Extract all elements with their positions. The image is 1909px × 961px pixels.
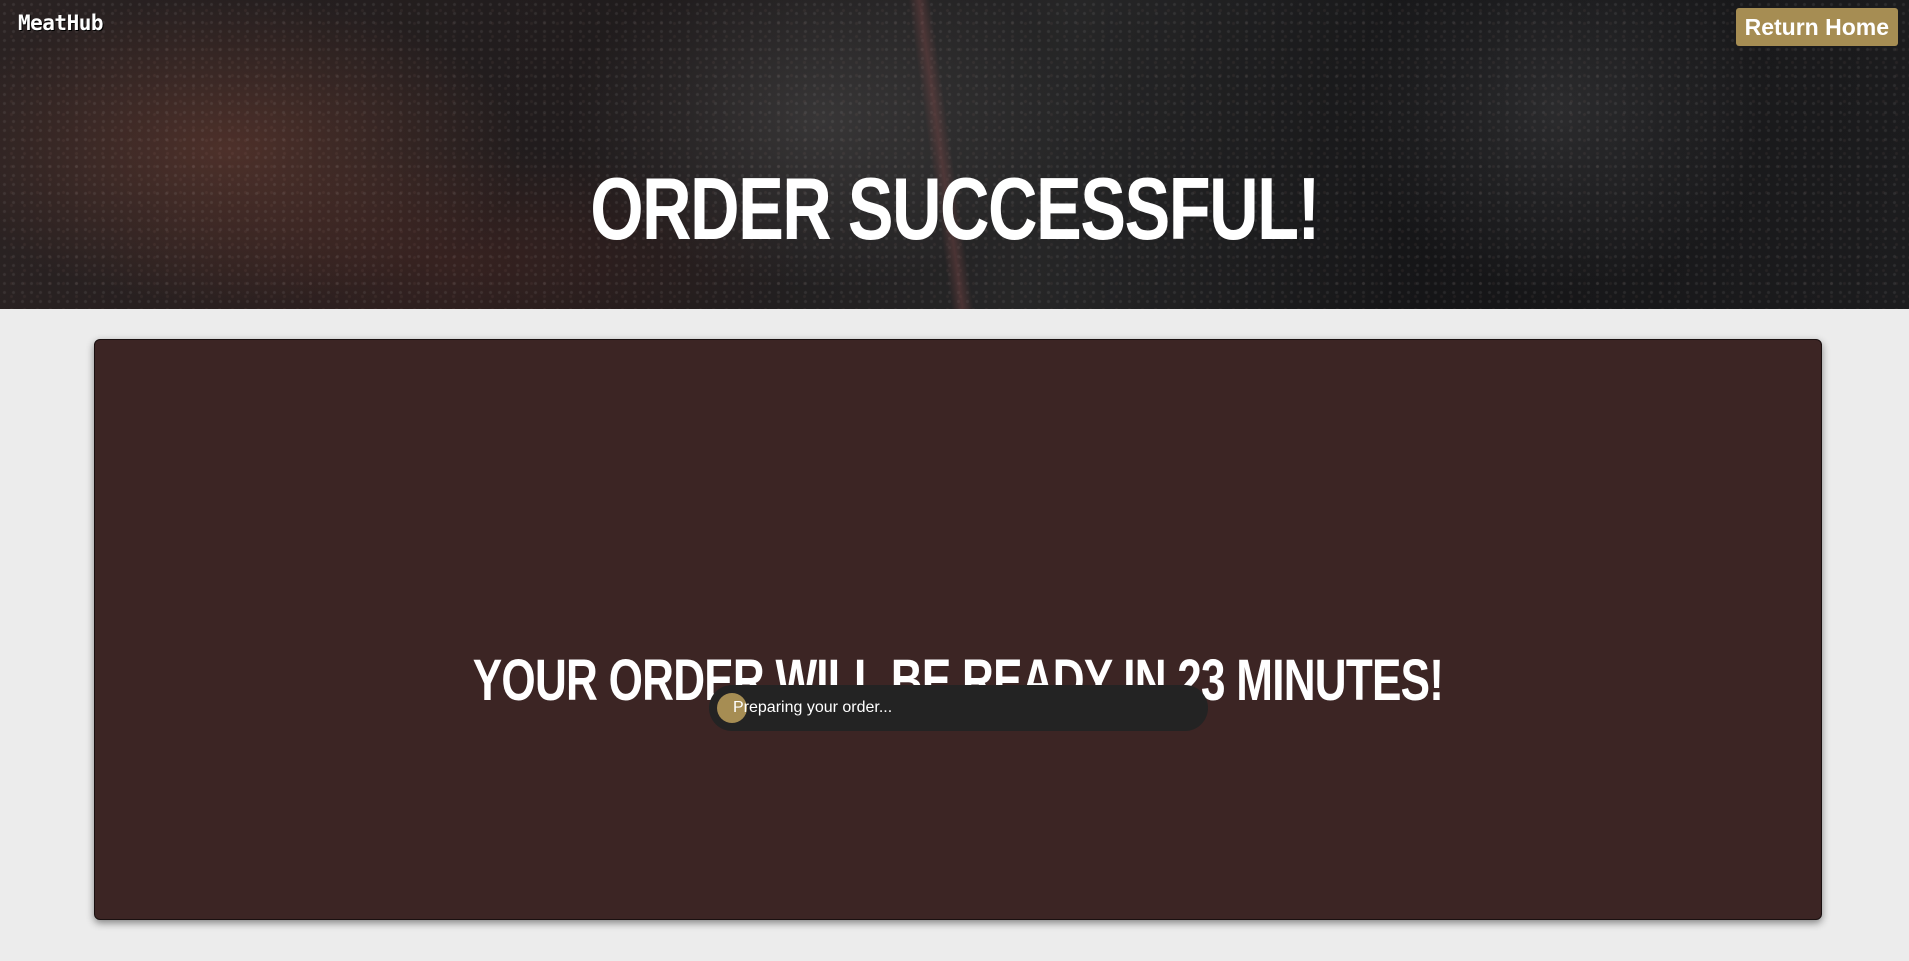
hero-banner: MeatHub Return Home ORDER SUCCESSFUL! (0, 0, 1909, 309)
order-status-card: YOUR ORDER WILL BE READY IN 23 MINUTES! … (94, 339, 1822, 920)
brand-logo[interactable]: MeatHub (18, 11, 104, 35)
page-title: ORDER SUCCESSFUL! (590, 158, 1320, 258)
return-home-button[interactable]: Return Home (1735, 8, 1898, 46)
order-progress-label: Preparing your order... (733, 699, 893, 716)
order-progress-bar: Preparing your order... (709, 685, 1208, 731)
